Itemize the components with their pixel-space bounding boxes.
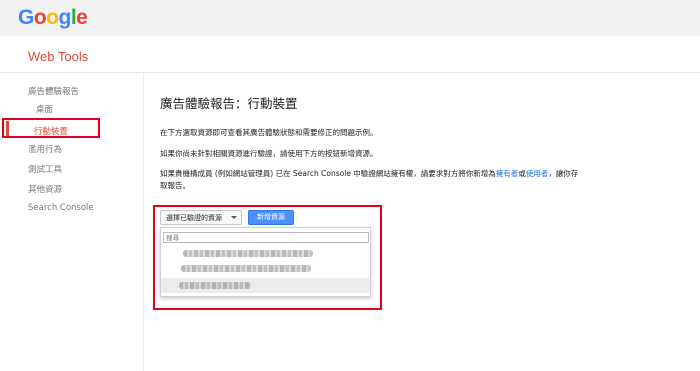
sidebar-item-testing-tools[interactable]: 測試工具 [28,163,62,175]
logo-letter: G [18,6,34,29]
divider [143,72,144,371]
google-logo[interactable]: Google [18,6,88,29]
or-text: 或 [518,169,526,178]
instruction-text: 在下方選取資源即可查看其廣告體驗狀態和需要修正的問題示例。 [160,128,378,137]
verify-text: 如果你尚未針對相關資源進行驗證，請使用下方的按鈕新增資源。 [160,149,378,158]
logo-letter: o [33,6,47,29]
sidebar-item-abusive-experiences[interactable]: 濫用行為 [28,143,62,155]
access-text-start: 如果貴機構成員 (例如網站管理員) 已在 Search Console 中驗證網… [160,169,496,178]
top-bar: Google [0,0,700,36]
sidebar: 廣告體驗報告 桌面 行動裝置 濫用行為 測試工具 其他資源 Search Con… [0,72,140,371]
product-title[interactable]: Web Tools [28,49,88,64]
user-link[interactable]: 使用者 [526,169,549,178]
logo-letter: e [76,6,88,29]
highlight-box-property-selector [153,205,382,310]
page-title: 廣告體驗報告：行動裝置 [160,96,298,111]
sidebar-item-desktop[interactable]: 桌面 [36,103,53,115]
logo-letter: g [58,6,72,29]
access-text: 如果貴機構成員 (例如網站管理員) 已在 Search Console 中驗證網… [160,168,580,192]
logo-letter: o [46,6,59,29]
product-bar: Web Tools [0,36,700,73]
sidebar-item-search-console[interactable]: Search Console [28,203,94,213]
owner-link[interactable]: 擁有者 [496,169,519,178]
sidebar-item-ad-experience-report[interactable]: 廣告體驗報告 [28,85,79,97]
highlight-box-sidebar [2,118,100,138]
sidebar-item-other-resources[interactable]: 其他資源 [28,183,62,195]
